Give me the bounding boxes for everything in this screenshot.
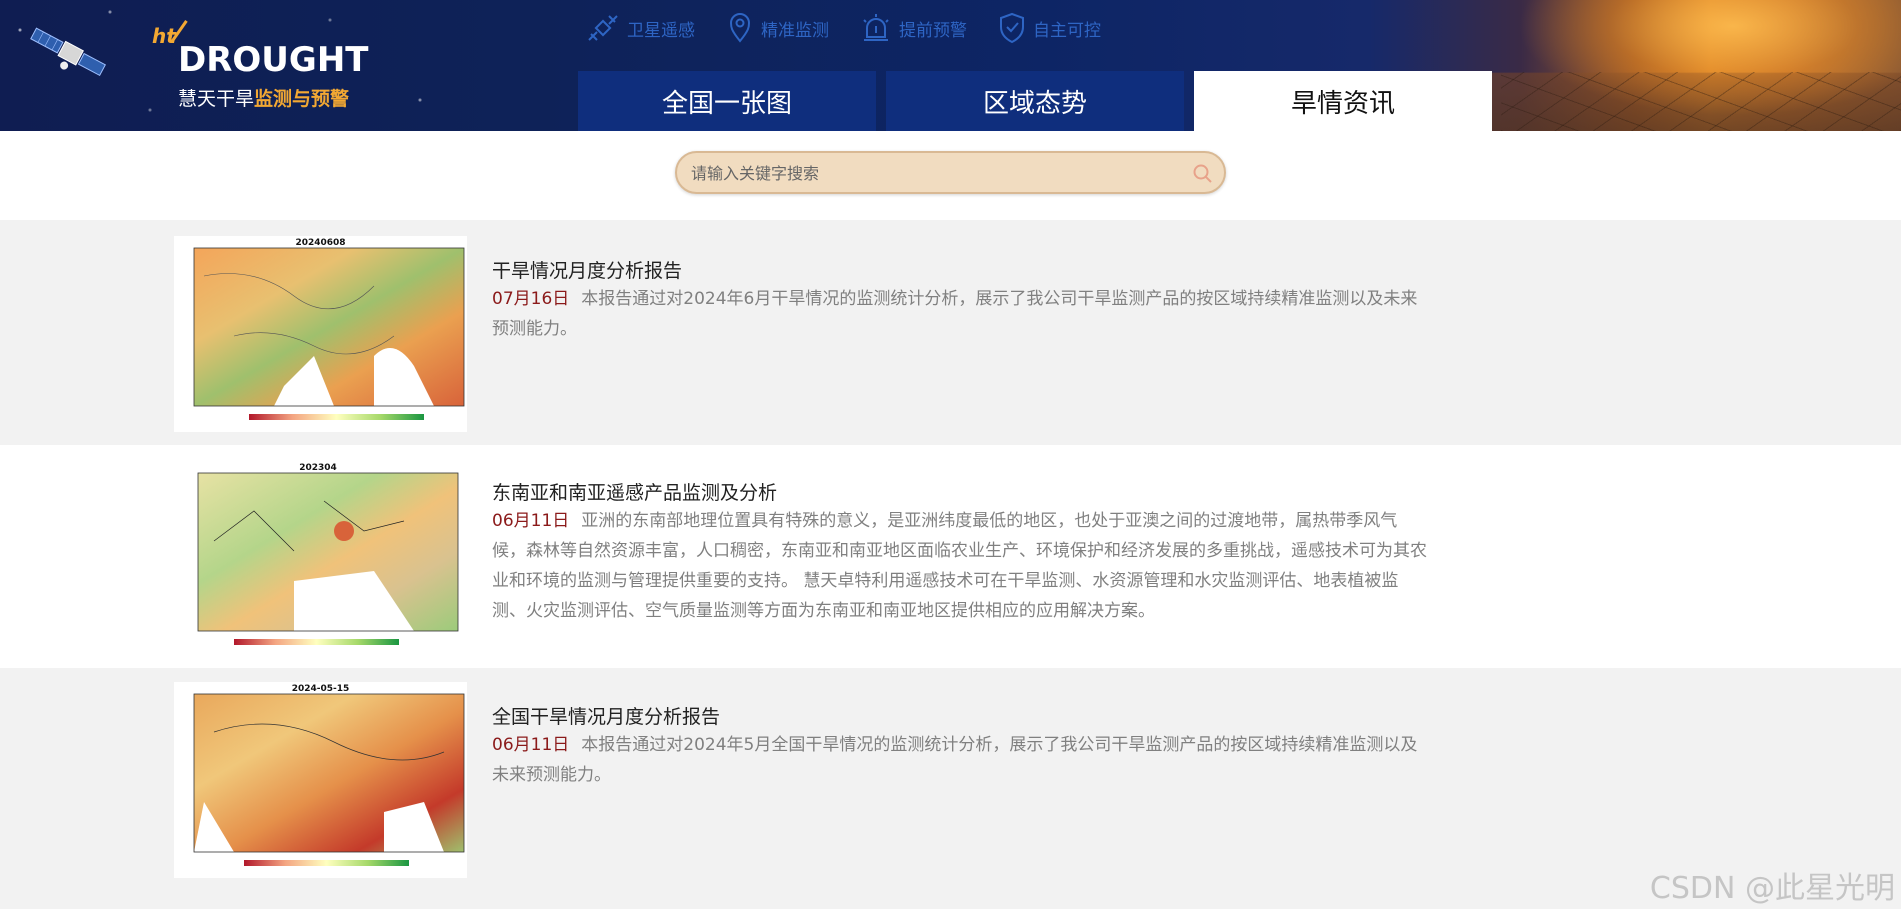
topnav-item-warning[interactable]: 提前预警 xyxy=(859,10,967,46)
thumbnail-title: 202304 xyxy=(299,463,337,473)
shield-icon xyxy=(1000,12,1024,44)
news-title[interactable]: 东南亚和南亚遥感产品监测及分析 xyxy=(492,480,1427,506)
news-item[interactable]: 20240608 干旱情况月度分析报告 07月16日 本报告通过对2024年6月… xyxy=(0,220,1901,445)
news-thumbnail[interactable]: 20240608 xyxy=(174,236,467,432)
news-thumbnail[interactable]: 202304 xyxy=(174,461,462,656)
news-title[interactable]: 干旱情况月度分析报告 xyxy=(492,258,1427,284)
news-description: 07月16日 本报告通过对2024年6月干旱情况的监测统计分析，展示了我公司干旱监… xyxy=(492,289,1418,339)
news-list: 20240608 干旱情况月度分析报告 07月16日 本报告通过对2024年6月… xyxy=(0,220,1901,909)
news-item[interactable]: 202304 东南亚和南亚遥感产品监测及分析 06月11日 亚洲的东南部地理位置… xyxy=(0,445,1901,668)
news-date: 06月11日 xyxy=(492,735,570,755)
logo-title: DROUGHT xyxy=(178,40,369,80)
topnav-label: 精准监测 xyxy=(761,20,829,41)
watermark-text: CSDN @此星光明 xyxy=(1649,871,1895,906)
location-pin-icon xyxy=(729,13,751,43)
news-text: 全国干旱情况月度分析报告 06月11日 本报告通过对2024年5月全国干旱情况的监… xyxy=(492,704,1427,790)
news-thumbnail[interactable]: 2024-05-15 xyxy=(174,682,467,878)
news-description: 06月11日 亚洲的东南部地理位置具有特殊的意义，是亚洲纬度最低的地区，也处于亚澳… xyxy=(492,511,1427,621)
main-tabs: 全国一张图 区域态势 旱情资讯 xyxy=(578,71,1502,131)
drought-map-image xyxy=(193,247,465,420)
topnav-item-monitoring[interactable]: 精准监测 xyxy=(725,10,829,46)
alarm-icon xyxy=(863,14,889,41)
news-title[interactable]: 全国干旱情况月度分析报告 xyxy=(492,704,1427,730)
thumbnail-title: 2024-05-15 xyxy=(291,684,350,694)
search-input[interactable] xyxy=(691,162,1171,184)
search-bar xyxy=(675,151,1226,194)
tab-regional-situation[interactable]: 区域态势 xyxy=(886,71,1184,131)
logo-ht-text: ht xyxy=(152,24,176,48)
drought-map-image xyxy=(197,472,459,645)
topnav-item-satellite[interactable]: 卫星遥感 xyxy=(585,10,695,46)
news-text: 东南亚和南亚遥感产品监测及分析 06月11日 亚洲的东南部地理位置具有特殊的意义，… xyxy=(492,480,1427,626)
news-date: 07月16日 xyxy=(492,289,570,309)
topnav-label: 提前预警 xyxy=(899,20,967,41)
topnav-label: 卫星遥感 xyxy=(627,20,695,41)
site-header: ht DROUGHT 慧天干旱监测与预警 卫星遥感 精准监测 提前预警 自主可控… xyxy=(0,0,1901,131)
satellite-icon xyxy=(588,15,618,41)
top-feature-nav: 卫星遥感 精准监测 提前预警 自主可控 xyxy=(585,10,1131,46)
news-description: 06月11日 本报告通过对2024年5月全国干旱情况的监测统计分析，展示了我公司干… xyxy=(492,735,1418,785)
tab-national-map[interactable]: 全国一张图 xyxy=(578,71,876,131)
search-icon[interactable] xyxy=(1192,163,1214,185)
topnav-item-control[interactable]: 自主可控 xyxy=(997,10,1101,46)
drought-map-image xyxy=(193,693,465,866)
site-logo[interactable]: ht DROUGHT 慧天干旱监测与预警 xyxy=(152,19,392,112)
thumbnail-title: 20240608 xyxy=(295,238,346,248)
satellite-image xyxy=(30,27,106,77)
news-text: 干旱情况月度分析报告 07月16日 本报告通过对2024年6月干旱情况的监测统计分… xyxy=(492,258,1427,344)
topnav-label: 自主可控 xyxy=(1033,20,1101,41)
news-date: 06月11日 xyxy=(492,511,570,531)
logo-subtitle: 慧天干旱监测与预警 xyxy=(178,88,350,110)
tab-drought-news[interactable]: 旱情资讯 xyxy=(1194,71,1492,131)
news-item[interactable]: 2024-05-15 全国干旱情况月度分析报告 06月11日 本报告通过对202… xyxy=(0,668,1901,909)
